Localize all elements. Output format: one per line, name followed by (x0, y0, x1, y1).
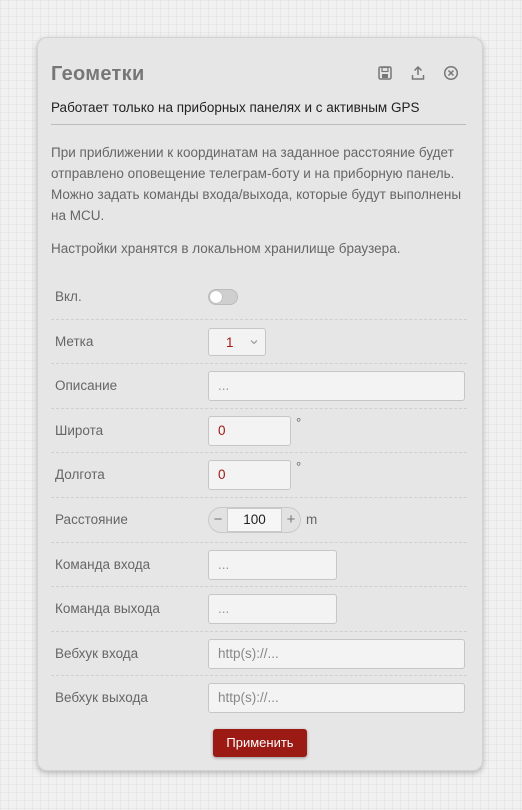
marker-value: 1 (226, 334, 234, 350)
description-label: Описание (55, 378, 118, 394)
latitude-unit: ° (296, 414, 302, 430)
distance-input[interactable]: 100 (227, 507, 282, 532)
row-enabled: Вкл. (51, 275, 467, 320)
enabled-toggle[interactable] (208, 289, 238, 305)
longitude-input[interactable]: 0 (208, 460, 291, 491)
description-input[interactable]: ... (208, 371, 465, 402)
upload-icon[interactable] (409, 64, 427, 82)
enter-command-input[interactable]: ... (208, 549, 337, 580)
marker-select[interactable]: 1 (208, 327, 266, 356)
row-latitude: Широта 0 ° (51, 409, 467, 454)
row-description: Описание ... (51, 364, 467, 409)
longitude-label: Долгота (55, 467, 105, 483)
panel-header: Геометки (51, 62, 470, 86)
decrement-button[interactable]: − (209, 508, 227, 532)
distance-unit: m (306, 512, 318, 528)
row-exit-webhook: Вебхук выхода http(s)://... (51, 676, 467, 721)
enabled-label: Вкл. (55, 289, 82, 304)
row-distance: Расстояние − 100 + m (51, 498, 467, 543)
row-marker: Метка 1 (51, 320, 467, 365)
enter-webhook-input[interactable]: http(s)://... (208, 638, 465, 669)
latitude-input[interactable]: 0 (208, 415, 291, 446)
storage-note: Настройки хранятся в локальном хранилище… (51, 241, 401, 256)
apply-button[interactable]: Применить (213, 729, 307, 757)
row-enter-webhook: Вебхук входа http(s)://... (51, 632, 467, 677)
increment-button[interactable]: + (282, 508, 300, 532)
exit-command-input[interactable]: ... (208, 594, 337, 625)
distance-stepper: − 100 + (208, 506, 301, 533)
panel-subtitle: Работает только на приборных панелях и с… (51, 100, 466, 125)
latitude-label: Широта (55, 422, 104, 438)
enter-webhook-label: Вебхук входа (55, 645, 139, 661)
toggle-knob (210, 291, 222, 303)
close-circle-icon[interactable] (442, 64, 460, 82)
distance-label: Расстояние (55, 511, 128, 527)
row-longitude: Долгота 0 ° (51, 453, 467, 498)
row-enter-command: Команда входа ... (51, 543, 467, 588)
exit-webhook-label: Вебхук выхода (55, 690, 148, 706)
header-actions (376, 64, 460, 82)
save-icon[interactable] (376, 64, 394, 82)
longitude-unit: ° (296, 459, 302, 475)
enter-command-label: Команда входа (55, 556, 151, 572)
settings-form: Вкл. Метка 1 Описание ... Широта 0 ° Дол (51, 275, 467, 721)
panel-description: При приближении к координатам на заданно… (51, 145, 462, 223)
chevron-down-icon (250, 339, 258, 344)
geotags-panel: Геометки Работает только на приборных па… (37, 37, 483, 771)
row-exit-command: Команда выхода ... (51, 587, 467, 632)
exit-command-label: Команда выхода (55, 601, 160, 617)
exit-webhook-input[interactable]: http(s)://... (208, 683, 465, 714)
marker-label: Метка (55, 333, 94, 349)
